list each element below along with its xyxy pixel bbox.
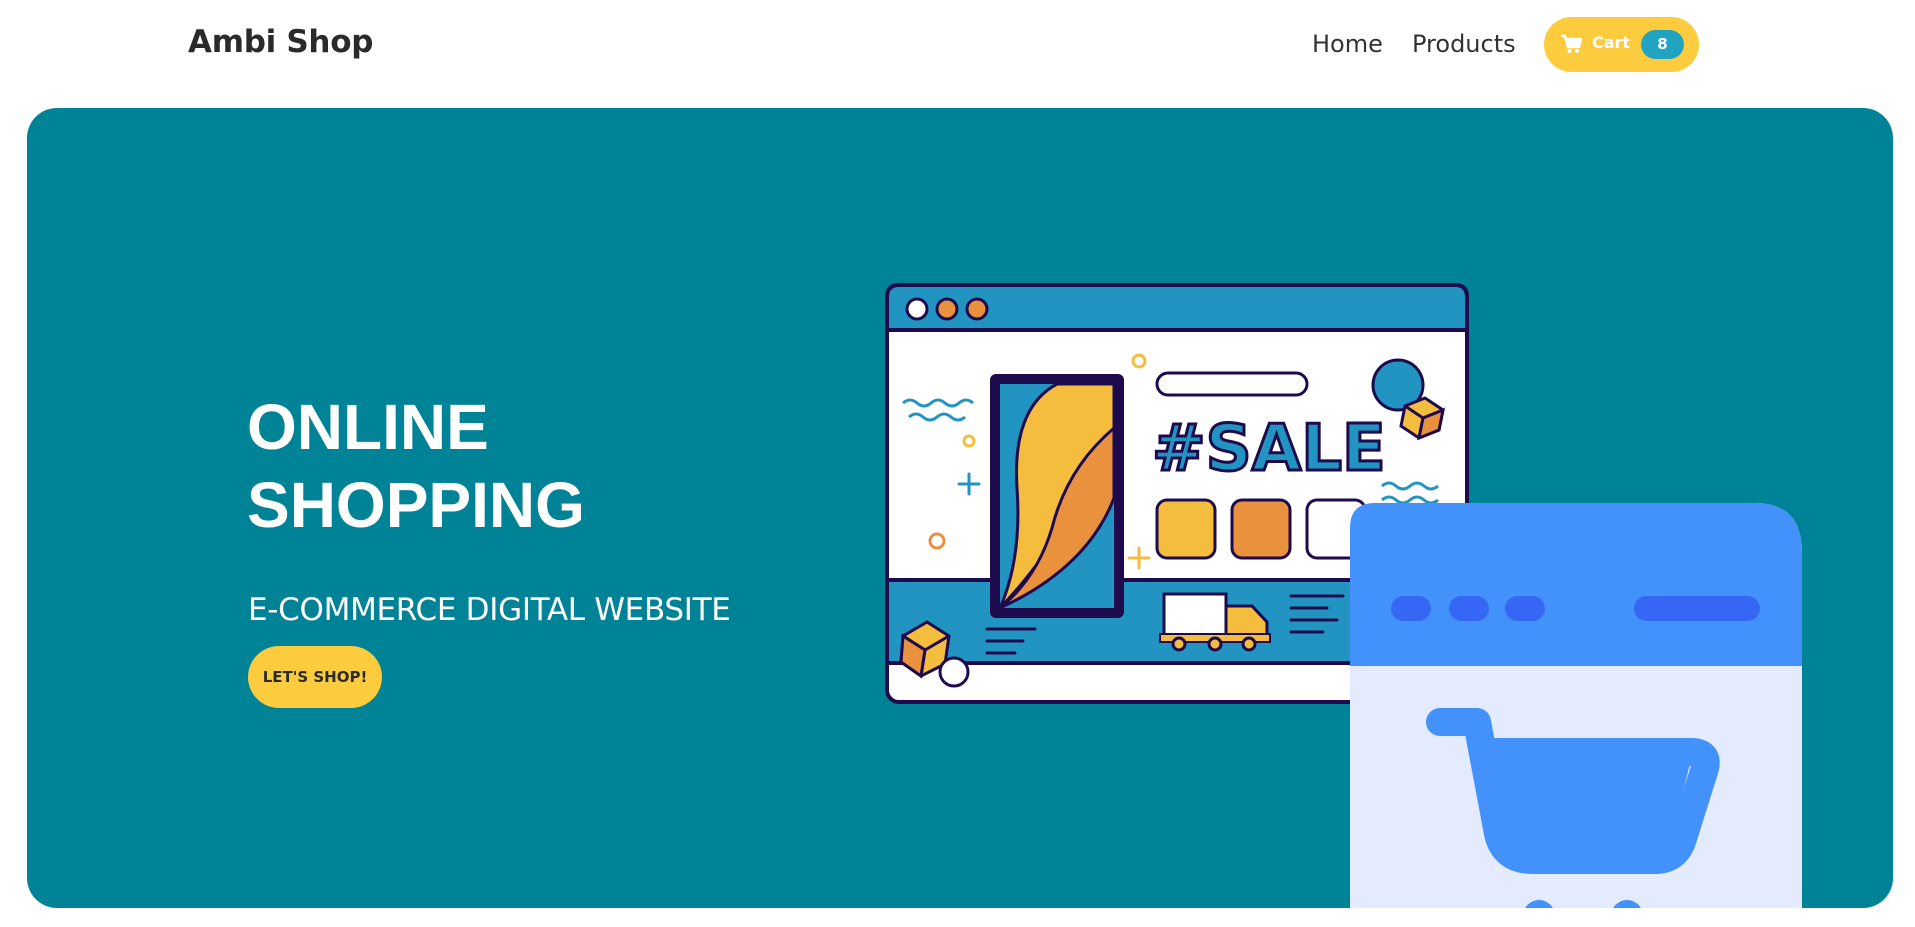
brand-logo[interactable]: Ambi Shop xyxy=(188,24,373,60)
cart-button[interactable]: Cart 8 xyxy=(1544,17,1699,72)
cart-label: Cart xyxy=(1592,33,1631,52)
hero-banner: #SALE ONLINE SHOPPING E-COMMERCE DIGITAL… xyxy=(27,108,1893,908)
box-icon xyxy=(1399,396,1446,441)
product-tile-2 xyxy=(1230,498,1292,560)
shopping-cart-window xyxy=(1350,503,1802,908)
lets-shop-button[interactable]: LET'S SHOP! xyxy=(248,646,382,708)
cart-icon xyxy=(1561,34,1583,53)
navbar: Ambi Shop Home Products Cart 8 xyxy=(0,0,1915,96)
hero-subtitle: E-COMMERCE DIGITAL WEBSITE xyxy=(248,592,731,628)
hero-title: ONLINE SHOPPING xyxy=(247,388,847,544)
hero-title-line2: SHOPPING xyxy=(247,469,585,541)
hero-title-line1: ONLINE xyxy=(247,391,489,463)
sale-text: #SALE xyxy=(1152,412,1386,486)
nav-link-products[interactable]: Products xyxy=(1412,30,1516,58)
phone-illustration xyxy=(990,374,1124,618)
search-bar-shape xyxy=(1155,371,1309,397)
cart-count-badge: 8 xyxy=(1641,30,1684,59)
product-tile-1 xyxy=(1155,498,1217,560)
nav-link-home[interactable]: Home xyxy=(1312,30,1383,58)
